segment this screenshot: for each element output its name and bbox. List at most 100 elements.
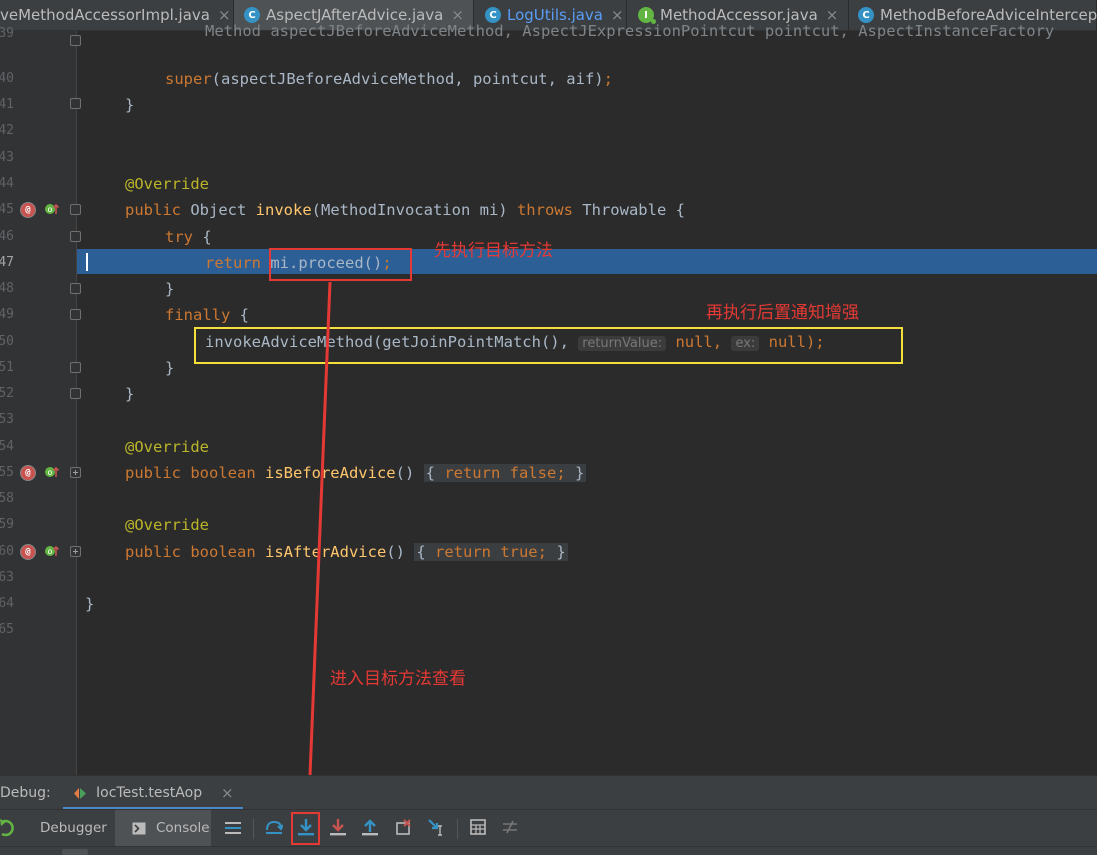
svg-text:o: o (48, 468, 53, 477)
keyword: public (125, 464, 191, 482)
fold-marker-icon[interactable] (70, 204, 81, 215)
code-line: } (125, 381, 134, 407)
punctuation: ; (603, 70, 613, 88)
code-text: () (386, 543, 415, 561)
highlight-box-proceed (269, 248, 412, 281)
tab-native-method-accessor-impl[interactable]: veMethodAccessorImpl.java × (0, 0, 234, 30)
tab-debugger[interactable]: Debugger (25, 810, 115, 847)
brace: } (165, 359, 175, 377)
keyword: finally (165, 306, 240, 324)
line-number: 42 (0, 123, 14, 138)
folded-brace[interactable]: { return true; } (414, 543, 568, 561)
frames-tab[interactable] (62, 849, 88, 855)
fold-marker-icon[interactable] (70, 98, 81, 109)
overrides-method-icon[interactable]: o (44, 202, 60, 216)
junit-run-icon (74, 788, 86, 799)
trace-icon[interactable] (499, 816, 521, 838)
keyword: return (205, 254, 271, 272)
highlight-box-advice-call (194, 327, 903, 364)
code-line: } (85, 591, 94, 617)
fold-marker-icon[interactable] (70, 309, 81, 320)
fold-marker-icon[interactable] (70, 362, 81, 373)
line-number: 63 (0, 570, 14, 585)
type-name: Object (190, 201, 256, 219)
brace: { (425, 464, 435, 482)
editor-gutter[interactable]: 39 40 41 42 43 44 45 46 47 48 49 50 51 5… (0, 26, 81, 775)
line-number: 39 (0, 26, 14, 41)
line-number: 59 (0, 517, 14, 532)
line-number: 47 (0, 255, 14, 270)
drop-frame-icon[interactable] (392, 816, 414, 838)
code-line: super(aspectJBeforeAdviceMethod, pointcu… (165, 66, 613, 92)
tab-label: veMethodAccessorImpl.java (0, 6, 210, 24)
line-number: 50 (0, 334, 14, 349)
code-line: Method aspectJBeforeAdviceMethod, Aspect… (205, 18, 1054, 44)
force-step-into-icon[interactable] (327, 816, 349, 838)
line-number: 51 (0, 360, 14, 375)
keyword: public (125, 201, 191, 219)
code-line: @Override (125, 512, 209, 538)
implements-method-icon[interactable]: @ (20, 465, 36, 481)
line-number: 48 (0, 281, 14, 296)
brace: { (239, 306, 249, 324)
tab-console[interactable]: Console (115, 810, 211, 847)
step-out-icon[interactable] (359, 816, 381, 838)
overrides-method-icon[interactable]: o (44, 465, 60, 479)
code-text: Throwable { (582, 201, 685, 219)
line-number: 64 (0, 596, 14, 611)
fold-marker-icon[interactable] (70, 283, 81, 294)
annotation-note-second: 再执行后置通知增强 (706, 303, 859, 323)
line-number: 52 (0, 386, 14, 401)
folded-brace[interactable]: { return false; } (423, 464, 587, 482)
debug-toolbar: Debugger Console (0, 809, 1097, 847)
code-line: } (165, 276, 174, 302)
keyword: true (500, 543, 538, 561)
code-line: try { (165, 224, 212, 250)
brace: { (202, 228, 212, 246)
fold-marker-icon[interactable] (70, 35, 81, 46)
implements-method-icon[interactable]: @ (20, 544, 36, 560)
expand-fold-icon[interactable] (70, 467, 81, 478)
keyword: boolean (190, 543, 265, 561)
layout-menu-icon[interactable] (225, 820, 241, 836)
line-number: 60 (0, 544, 14, 559)
debug-label: Debug: (0, 785, 51, 801)
brace: } (574, 464, 585, 482)
line-number: 53 (0, 412, 14, 427)
punctuation: ; (537, 543, 557, 561)
line-number: 40 (0, 71, 14, 86)
annotation: @Override (125, 175, 209, 193)
fold-marker-icon[interactable] (70, 388, 81, 399)
implements-method-icon[interactable]: @ (20, 202, 36, 218)
code-line: } (165, 355, 174, 381)
method-name: isBeforeAdvice (264, 464, 396, 482)
highlight-box-step-into (291, 812, 320, 845)
brace: { (416, 543, 426, 561)
code-text: (MethodInvocation mi) (311, 201, 517, 219)
punctuation: ; (556, 464, 575, 482)
brace: } (125, 385, 135, 403)
close-icon[interactable]: × (221, 784, 234, 802)
code-line: @Override (125, 171, 209, 197)
show-execution-point-icon[interactable] (263, 816, 285, 838)
brace: } (165, 280, 175, 298)
expand-fold-icon[interactable] (70, 546, 81, 557)
code-editor[interactable]: 39 40 41 42 43 44 45 46 47 48 49 50 51 5… (0, 22, 1097, 775)
keyword: return (434, 464, 510, 482)
keyword: false (509, 464, 557, 482)
brace: } (85, 595, 95, 613)
line-number: 55 (0, 465, 14, 480)
evaluate-expression-icon[interactable] (467, 816, 489, 838)
line-number: 44 (0, 176, 14, 191)
toolbar-separator (253, 819, 254, 839)
console-icon (132, 822, 146, 835)
code-line: } (125, 92, 134, 118)
code-text: Method aspectJBeforeAdviceMethod, Aspect… (205, 22, 1055, 40)
line-number: 49 (0, 307, 14, 322)
rerun-icon[interactable] (0, 818, 16, 838)
run-to-cursor-icon[interactable] (425, 816, 447, 838)
debug-session-tab[interactable]: IocTest.testAop (96, 785, 202, 801)
code-line: public Object invoke(MethodInvocation mi… (125, 197, 685, 223)
fold-marker-icon[interactable] (70, 231, 81, 242)
overrides-method-icon[interactable]: o (44, 544, 60, 558)
